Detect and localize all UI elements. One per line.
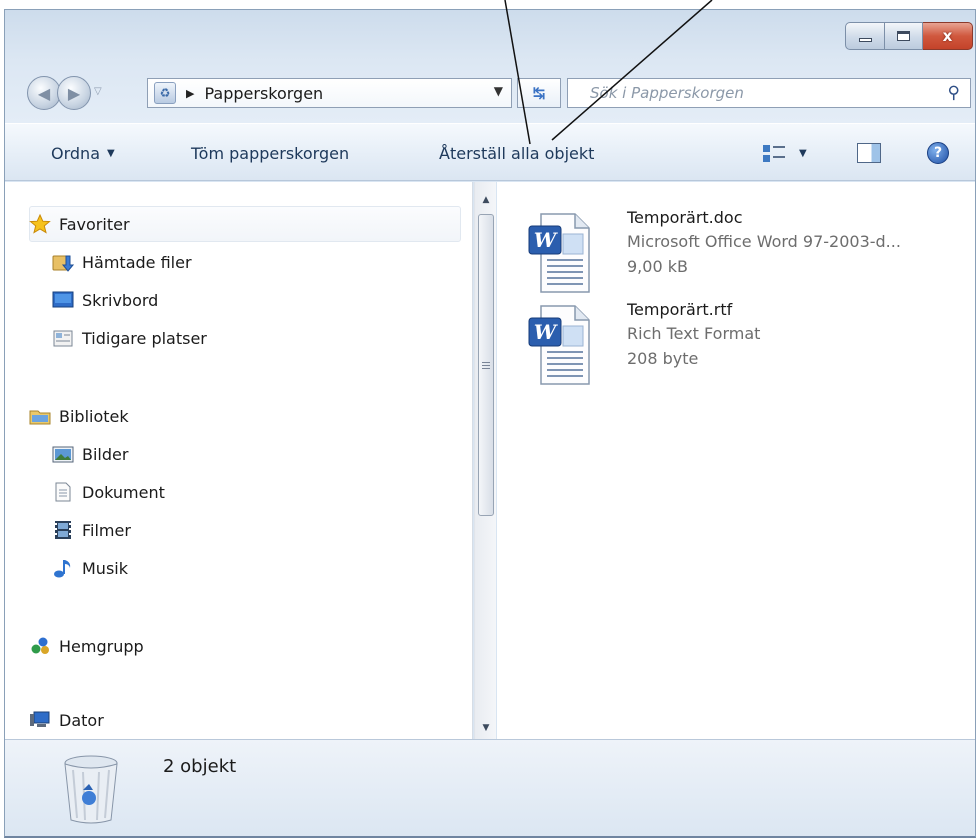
organize-button[interactable]: Ordna ▼ [51, 124, 115, 182]
library-icon [29, 406, 51, 426]
nav-item-libraries[interactable]: Bibliotek [29, 400, 129, 432]
star-icon [29, 214, 51, 234]
views-icon [763, 143, 785, 163]
favorites-label: Favoriter [59, 214, 130, 234]
minimize-icon [858, 38, 872, 42]
recent-pages-dropdown[interactable]: ▽ [94, 86, 102, 97]
scroll-up-icon[interactable]: ▲ [475, 190, 497, 210]
item-count: 2 objekt [163, 756, 237, 777]
music-label: Musik [82, 558, 128, 578]
desktop-label: Skrivbord [82, 290, 159, 310]
address-bar[interactable]: ♻ ▶ Papperskorgen ▼ [147, 78, 512, 108]
change-view-button[interactable]: ▼ [763, 124, 807, 182]
explorer-window: x ◀ ▶ ▽ ♻ ▶ Papperskorgen ▼ ↹ ⚲ Ordna ▼ [4, 9, 976, 838]
scroll-down-icon[interactable]: ▼ [475, 718, 497, 738]
organize-label: Ordna [51, 143, 100, 163]
file-item[interactable]: W Temporärt.rtf Rich Text Format 208 byt… [527, 298, 967, 388]
nav-item-homegroup[interactable]: Hemgrupp [29, 630, 144, 662]
caption-buttons: x [845, 22, 973, 50]
grip-icon [482, 361, 490, 369]
empty-recycle-bin-button[interactable]: Töm papperskorgen [191, 124, 349, 182]
refresh-button[interactable]: ↹ [517, 78, 561, 108]
libraries-label: Bibliotek [59, 406, 129, 426]
file-size: 208 byte [627, 349, 699, 368]
file-name: Temporärt.doc [627, 208, 743, 227]
chevron-down-icon[interactable]: ▼ [799, 148, 807, 159]
file-item[interactable]: W Temporärt.doc Microsoft Office Word 97… [527, 206, 967, 296]
recycle-bin-small-icon: ♻ [154, 82, 176, 104]
help-icon: ? [927, 142, 949, 164]
nav-item-pictures[interactable]: Bilder [52, 438, 128, 470]
word-document-icon: W [527, 212, 591, 294]
file-type: Microsoft Office Word 97-2003-d... [627, 232, 901, 251]
file-size: 9,00 kB [627, 257, 688, 276]
navigation-pane: Favoriter Hämtade filer Skrivbord Tidiga… [5, 182, 473, 739]
minimize-button[interactable] [845, 22, 885, 50]
back-arrow-icon: ◀ [37, 83, 51, 103]
downloads-label: Hämtade filer [82, 252, 192, 272]
breadcrumb-arrow-icon[interactable]: ▶ [186, 87, 194, 100]
restore-all-items-label: Återställ alla objekt [439, 143, 595, 163]
nav-item-music[interactable]: Musik [52, 552, 128, 584]
nav-item-recent-places[interactable]: Tidigare platser [52, 322, 207, 354]
word-document-icon: W [527, 304, 591, 386]
desktop-icon [52, 290, 74, 310]
back-button[interactable]: ◀ [27, 76, 61, 110]
preview-pane-icon [857, 143, 881, 163]
pictures-icon [52, 444, 74, 464]
file-name: Temporärt.rtf [627, 300, 733, 319]
recycle-bin-icon [59, 754, 123, 826]
details-pane: 2 objekt [5, 739, 975, 836]
chevron-down-icon: ▼ [107, 147, 115, 159]
file-list: W Temporärt.doc Microsoft Office Word 97… [497, 182, 975, 739]
search-input[interactable] [590, 84, 920, 102]
close-icon: x [942, 27, 953, 45]
nav-item-documents[interactable]: Dokument [52, 476, 165, 508]
search-box[interactable]: ⚲ [567, 78, 971, 108]
recent-places-label: Tidigare platser [82, 328, 207, 348]
downloads-folder-icon [52, 252, 74, 272]
empty-recycle-bin-label: Töm papperskorgen [191, 143, 350, 163]
music-icon [52, 558, 74, 578]
forward-button[interactable]: ▶ [57, 76, 91, 110]
search-icon[interactable]: ⚲ [948, 83, 960, 103]
close-button[interactable]: x [923, 22, 973, 50]
svg-text:W: W [534, 320, 559, 344]
forward-arrow-icon: ▶ [67, 83, 81, 103]
videos-label: Filmer [82, 520, 131, 540]
computer-label: Dator [59, 710, 104, 730]
nav-item-computer[interactable]: Dator [29, 704, 104, 736]
address-dropdown-icon[interactable]: ▼ [494, 84, 503, 98]
nav-item-videos[interactable]: Filmer [52, 514, 131, 546]
navigation-scrollbar[interactable]: ▲ ▼ [474, 182, 496, 739]
maximize-button[interactable] [885, 22, 923, 50]
navigation-row: ◀ ▶ ▽ ♻ ▶ Papperskorgen ▼ ↹ ⚲ [5, 66, 975, 116]
videos-icon [52, 520, 74, 540]
nav-item-downloads[interactable]: Hämtade filer [52, 246, 192, 278]
preview-pane-button[interactable] [857, 124, 881, 182]
file-type: Rich Text Format [627, 324, 761, 343]
documents-label: Dokument [82, 482, 165, 502]
nav-item-desktop[interactable]: Skrivbord [52, 284, 158, 316]
recent-places-icon [52, 328, 74, 348]
maximize-icon [897, 31, 910, 41]
title-bar: x ◀ ▶ ▽ ♻ ▶ Papperskorgen ▼ ↹ ⚲ [5, 10, 975, 123]
refresh-icon: ↹ [532, 84, 546, 102]
pictures-label: Bilder [82, 444, 129, 464]
svg-text:W: W [534, 228, 559, 252]
computer-icon [29, 710, 51, 730]
scrollbar-thumb[interactable] [478, 214, 494, 516]
nav-item-favorites[interactable]: Favoriter [29, 208, 130, 240]
breadcrumb-papperskorgen[interactable]: Papperskorgen [204, 84, 323, 103]
documents-icon [52, 482, 74, 502]
command-bar: Ordna ▼ Töm papperskorgen Återställ alla… [5, 123, 975, 181]
help-button[interactable]: ? [927, 124, 949, 182]
homegroup-label: Hemgrupp [59, 636, 144, 656]
restore-all-items-button[interactable]: Återställ alla objekt [439, 124, 594, 182]
homegroup-icon [29, 636, 51, 656]
